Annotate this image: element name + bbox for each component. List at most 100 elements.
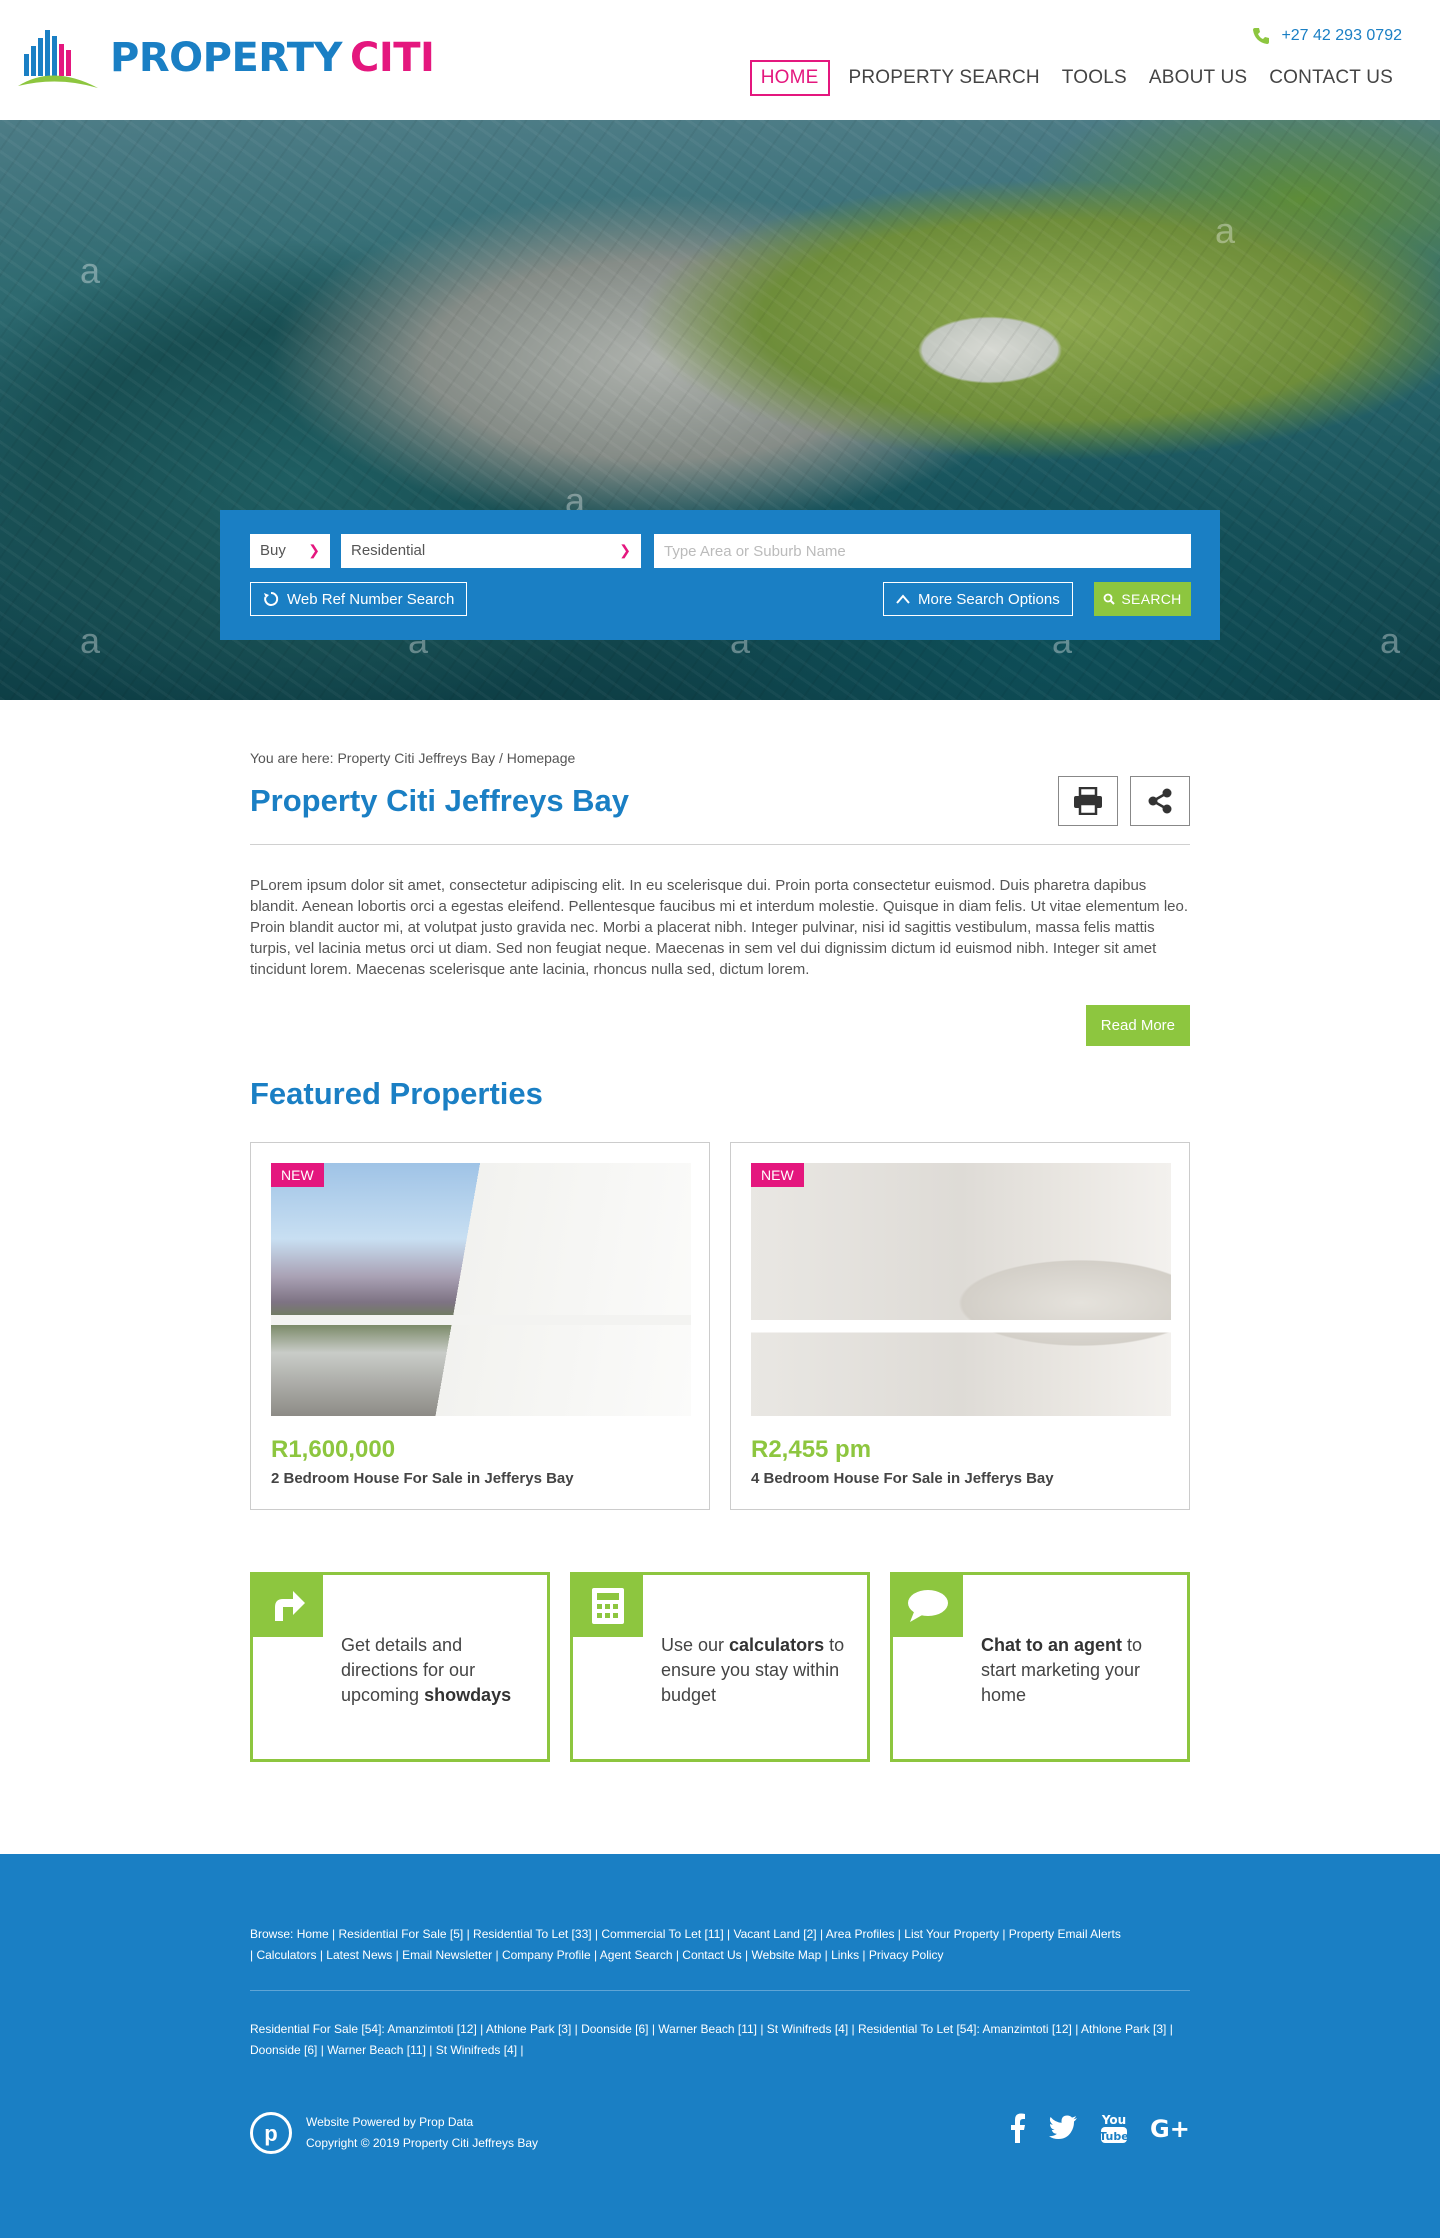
area-link[interactable]: Warner Beach [11] — [658, 2022, 757, 2036]
logo-text: PROPERTY CITI — [110, 35, 435, 81]
featured-title: Featured Properties — [250, 1076, 543, 1111]
header-phone[interactable]: +27 42 293 0792 — [1251, 26, 1402, 46]
powered-text: Website Powered by Prop Data Copyright ©… — [306, 2112, 538, 2154]
area-link[interactable]: Athlone Park [3] — [1081, 2022, 1166, 2036]
chat-agent-cta[interactable]: Chat to an agent to start marketing your… — [890, 1572, 1190, 1762]
watermark: a — [80, 250, 101, 291]
area-link[interactable]: St Winifreds [4] — [767, 2022, 848, 2036]
read-more-button[interactable]: Read More — [1085, 1005, 1190, 1046]
listing-type-select[interactable]: Buy ❯ — [250, 534, 330, 568]
title-row: Property Citi Jeffreys Bay — [250, 776, 1190, 845]
footer-link[interactable]: Home — [297, 1927, 329, 1941]
more-search-options-button[interactable]: More Search Options — [883, 582, 1073, 616]
page-title: Property Citi Jeffreys Bay — [250, 783, 630, 818]
main-content: You are here: Property Citi Jeffreys Bay… — [250, 700, 1190, 1762]
nav-home[interactable]: HOME — [749, 60, 830, 96]
listing-type-value: Buy — [260, 542, 286, 559]
printer-icon — [1074, 787, 1102, 815]
area-link[interactable]: St Winifreds [4] — [436, 2043, 517, 2057]
featured-cards: NEW R1,600,000 2 Bedroom House For Sale … — [250, 1142, 1190, 1510]
footer-link[interactable]: Vacant Land [2] — [733, 1927, 816, 1941]
site-footer: Browse: Home | Residential For Sale [5] … — [0, 1854, 1440, 2238]
new-badge: NEW — [271, 1163, 324, 1187]
property-price: R1,600,000 — [271, 1436, 396, 1463]
area-search-input[interactable] — [654, 534, 1191, 568]
site-logo[interactable]: PROPERTY CITI — [18, 26, 435, 92]
more-options-label: More Search Options — [918, 590, 1060, 608]
chevron-down-icon: ❯ — [308, 542, 320, 558]
print-button[interactable] — [1058, 776, 1118, 826]
breadcrumb: You are here: Property Citi Jeffreys Bay… — [250, 750, 576, 766]
facebook-icon[interactable] — [1010, 2113, 1026, 2150]
footer-link[interactable]: Commercial To Let [11] — [601, 1927, 723, 1941]
search-label: SEARCH — [1121, 591, 1182, 607]
page-tools — [1058, 776, 1190, 826]
nav-contact-us[interactable]: CONTACT US — [1260, 60, 1402, 96]
chat-bubble-icon — [893, 1575, 963, 1637]
footer-link[interactable]: Email Newsletter — [402, 1948, 492, 1962]
watermark: a — [80, 620, 101, 661]
cta-row: Get details and directions for our upcom… — [250, 1572, 1190, 1762]
svg-text:Tube: Tube — [1100, 2130, 1128, 2143]
footer-link[interactable]: Links — [831, 1948, 859, 1962]
property-type-select[interactable]: Residential ❯ — [341, 534, 641, 568]
web-ref-label: Web Ref Number Search — [287, 590, 455, 608]
area-links: Residential For Sale [54]: Amanzimtoti [… — [250, 2022, 1173, 2057]
nav-tools[interactable]: TOOLS — [1053, 60, 1136, 96]
footer-link[interactable]: Calculators — [256, 1948, 316, 1962]
area-link[interactable]: Doonside [6] — [581, 2022, 648, 2036]
footer-link[interactable]: Agent Search — [600, 1948, 673, 1962]
footer-link[interactable]: Contact Us — [682, 1948, 741, 1962]
powered-line: Website Powered by Prop Data — [306, 2115, 474, 2129]
nav-about-us[interactable]: ABOUT US — [1140, 60, 1256, 96]
search-panel: Buy ❯ Residential ❯ Web Ref Number Searc… — [220, 510, 1220, 640]
footer-link[interactable]: Website Map — [751, 1948, 821, 1962]
chevron-up-icon — [896, 594, 910, 604]
area-link[interactable]: Residential For Sale [54]: Amanzimtoti [… — [250, 2022, 477, 2036]
nav-property-search[interactable]: PROPERTY SEARCH — [840, 60, 1049, 96]
property-card[interactable]: NEW R1,600,000 2 Bedroom House For Sale … — [250, 1142, 710, 1510]
showdays-cta[interactable]: Get details and directions for our upcom… — [250, 1572, 550, 1762]
area-link[interactable]: Warner Beach [11] — [327, 2043, 426, 2057]
property-card[interactable]: NEW R2,455 pm 4 Bedroom House For Sale i… — [730, 1142, 1190, 1510]
property-price: R2,455 pm — [751, 1436, 872, 1463]
footer-link[interactable]: Residential To Let [33] — [473, 1927, 592, 1941]
search-icon — [1104, 593, 1116, 605]
google-plus-icon[interactable]: G+ — [1150, 2115, 1190, 2148]
prop-data-logo-icon[interactable]: p — [250, 2112, 292, 2154]
svg-text:You: You — [1101, 2113, 1126, 2127]
watermark: a — [1380, 620, 1401, 661]
social-links: You Tube G+ — [1010, 2112, 1190, 2151]
footer-link[interactable]: Area Profiles — [826, 1927, 895, 1941]
property-type-value: Residential — [351, 542, 426, 559]
area-link[interactable]: Doonside [6] — [250, 2043, 317, 2057]
area-link[interactable]: Residential To Let [54]: Amanzimtoti [12… — [858, 2022, 1072, 2036]
footer-link[interactable]: Latest News — [326, 1948, 392, 1962]
cta-text: Use our calculators to ensure you stay w… — [661, 1635, 845, 1705]
calculator-icon — [573, 1575, 643, 1637]
search-button[interactable]: SEARCH — [1094, 582, 1191, 616]
new-badge: NEW — [751, 1163, 804, 1187]
footer-inner: Browse: Home | Residential For Sale [5] … — [250, 1854, 1190, 2238]
footer-link[interactable]: Residential For Sale [5] — [339, 1927, 464, 1941]
share-icon — [1148, 788, 1172, 814]
phone-number: +27 42 293 0792 — [1281, 27, 1402, 44]
property-image: NEW — [751, 1163, 1171, 1416]
web-ref-search-button[interactable]: Web Ref Number Search — [250, 582, 468, 616]
svg-text:G+: G+ — [1150, 2115, 1190, 2141]
browse-links: Browse: Home | Residential For Sale [5] … — [250, 1927, 1121, 1962]
property-description: 4 Bedroom House For Sale in Jefferys Bay — [751, 1470, 1054, 1487]
watermark: a — [1215, 210, 1236, 251]
cta-text: Get details and directions for our upcom… — [341, 1635, 512, 1705]
area-link[interactable]: Athlone Park [3] — [486, 2022, 571, 2036]
footer-link[interactable]: Privacy Policy — [869, 1948, 944, 1962]
powered-by: p Website Powered by Prop Data Copyright… — [250, 2112, 538, 2154]
footer-link[interactable]: Company Profile — [502, 1948, 591, 1962]
footer-link[interactable]: Property Email Alerts — [1009, 1927, 1121, 1941]
footer-link[interactable]: List Your Property — [904, 1927, 999, 1941]
copyright: Copyright © 2019 Property Citi Jeffreys … — [306, 2136, 539, 2150]
calculators-cta[interactable]: Use our calculators to ensure you stay w… — [570, 1572, 870, 1762]
youtube-icon[interactable]: You Tube — [1099, 2112, 1129, 2151]
twitter-icon[interactable] — [1048, 2115, 1078, 2148]
share-button[interactable] — [1130, 776, 1190, 826]
